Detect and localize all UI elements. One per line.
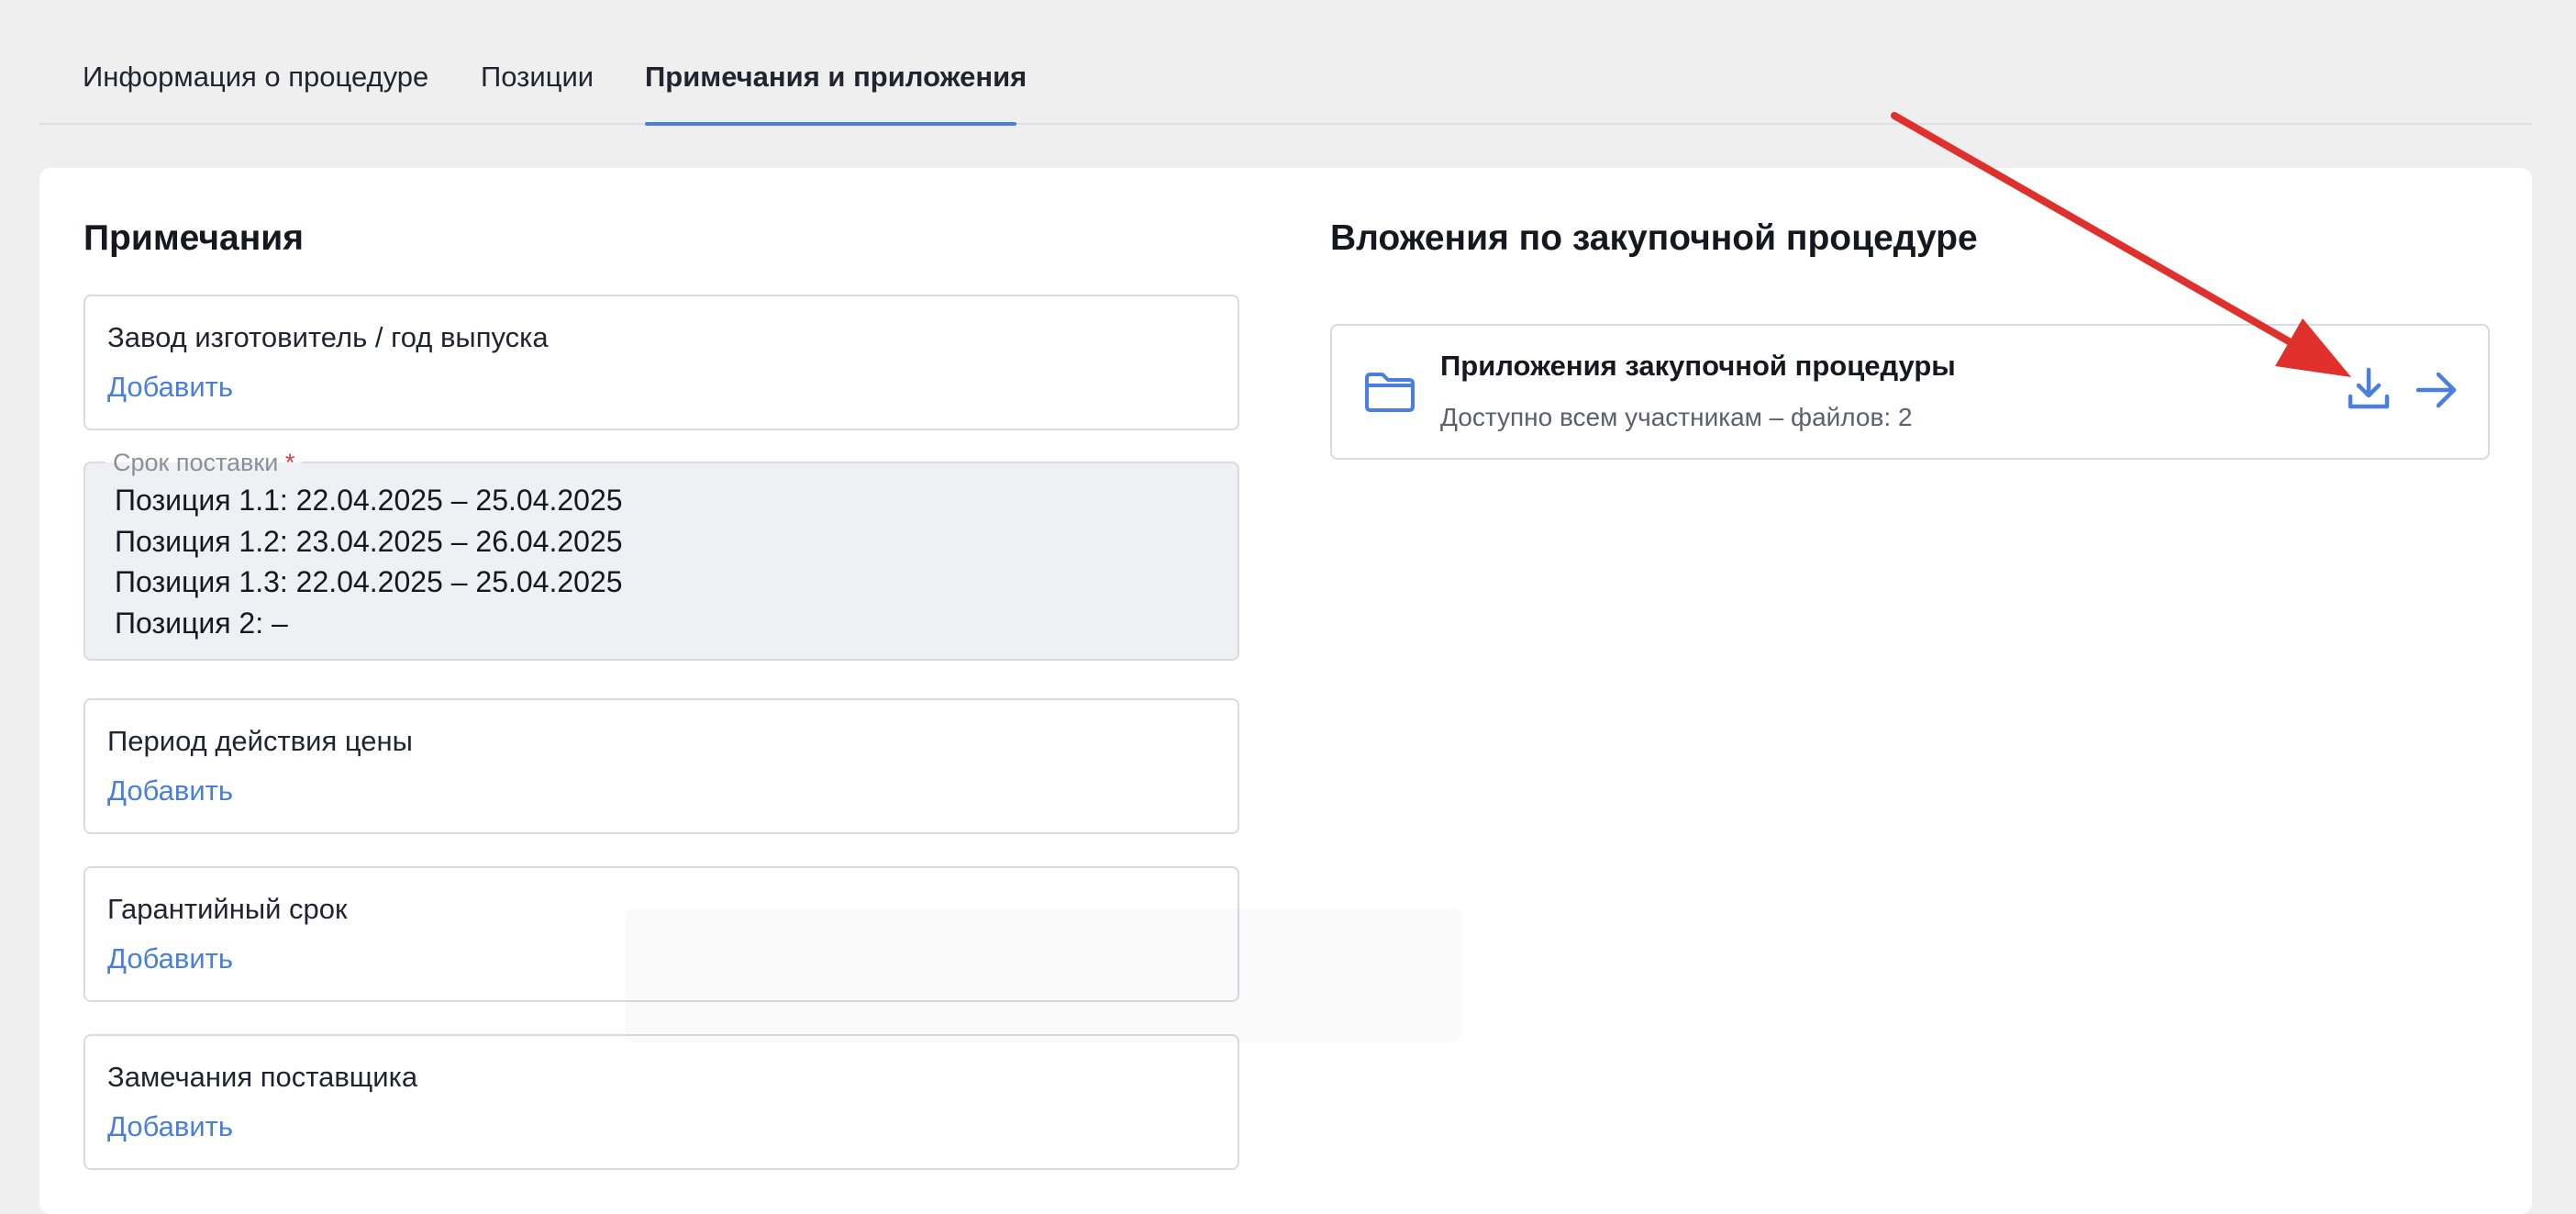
note-label: Завод изготовитель / год выпуска [107, 321, 549, 353]
required-mark: * [284, 449, 295, 476]
note-label: Период действия цены [107, 725, 413, 757]
tab-bar: Информация о процедуре Позиции Примечани… [39, 0, 2532, 126]
add-supplier-remarks-link[interactable]: Добавить [107, 1108, 233, 1146]
folder-icon [1365, 373, 1415, 412]
notes-section-title: Примечания [83, 218, 305, 258]
add-price-period-link[interactable]: Добавить [107, 772, 233, 810]
delivery-line: Позиция 1.3: 22.04.2025 – 25.04.2025 [115, 565, 623, 598]
delivery-line: Позиция 1.1: 22.04.2025 – 25.04.2025 [115, 484, 623, 517]
active-tab-indicator [645, 122, 1016, 126]
note-label: Замечания поставщика [107, 1061, 418, 1093]
attachment-folder-subtitle: Доступно всем участникам – файлов: 2 [1440, 403, 1913, 431]
note-manufacturer: Завод изготовитель / год выпуска Добавит… [83, 295, 1239, 430]
download-icon[interactable] [2346, 366, 2392, 412]
content-card: Примечания Завод изготовитель / год выпу… [39, 168, 2532, 1214]
tab-notes-attachments[interactable]: Примечания и приложения [645, 57, 1027, 97]
delivery-line: Позиция 2: – [115, 606, 288, 640]
add-warranty-link[interactable]: Добавить [107, 940, 233, 978]
note-warranty: Гарантийный срок Добавить [83, 866, 1239, 1002]
add-manufacturer-link[interactable]: Добавить [107, 368, 233, 407]
note-supplier-remarks: Замечания поставщика Добавить [83, 1034, 1239, 1170]
delivery-period-value: Позиция 1.1: 22.04.2025 – 25.04.2025 Поз… [115, 480, 623, 643]
tab-procedure-info[interactable]: Информация о процедуре [83, 57, 428, 97]
note-label: Гарантийный срок [107, 893, 348, 925]
tab-positions[interactable]: Позиции [481, 57, 594, 97]
delivery-period-label-text: Срок поставки [113, 449, 279, 476]
attachments-section-title: Вложения по закупочной процедуре [1330, 218, 1978, 258]
note-price-period: Период действия цены Добавить [83, 698, 1239, 834]
attachment-folder-name: Приложения закупочной процедуры [1440, 350, 1956, 382]
delivery-period-label: Срок поставки * [105, 447, 303, 478]
arrow-right-icon[interactable] [2415, 370, 2459, 410]
delivery-line: Позиция 1.2: 23.04.2025 – 26.04.2025 [115, 524, 623, 558]
delivery-period-field: Срок поставки * Позиция 1.1: 22.04.2025 … [83, 447, 1239, 661]
attachment-folder-item[interactable]: Приложения закупочной процедуры Доступно… [1330, 324, 2490, 460]
